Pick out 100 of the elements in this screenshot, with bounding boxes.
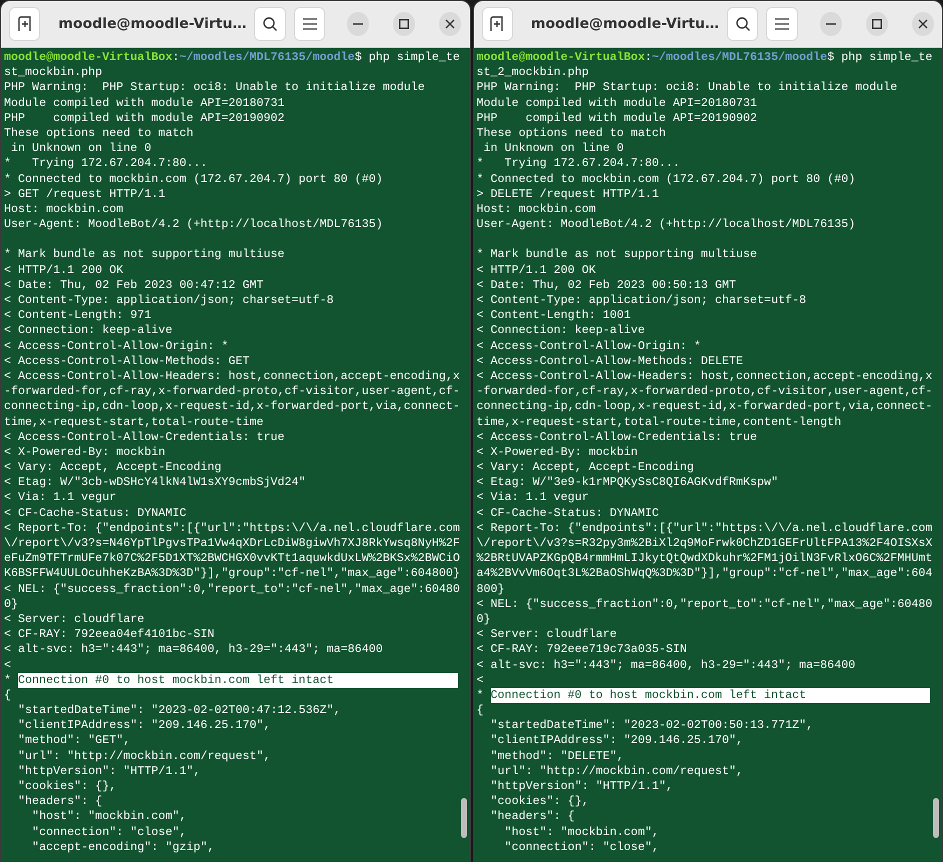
terminal-line: "url": "http://mockbin.com/request", (17, 748, 272, 764)
terminal-line: "host": "mockbin.com", (31, 809, 188, 825)
terminal-line: < Connection: keep-alive (476, 323, 646, 339)
terminal-line: "headers": { (490, 809, 576, 825)
terminal-line: < Etag: W/"3e9-k1rMPQKySsC8QI6AGKvdfRmKspw" (476, 475, 780, 490)
terminal-line: 0} (4, 596, 20, 612)
terminal-line: < Vary: Accept, Accept-Encoding (4, 460, 222, 476)
terminal-line: Module compiled with module API=20180731 (4, 96, 286, 111)
terminal-line: "method": "DELETE", (490, 748, 625, 764)
new-tab-button[interactable] (482, 7, 513, 41)
terminal-line: < NEL: {"success_fraction":0,"report_to":"cf-nel","max_age":60480 (4, 582, 461, 597)
search-button[interactable] (726, 7, 758, 41)
terminal-line: < Content-Type: application/json; charset=utf-8 (4, 293, 335, 308)
terminal-line: < alt-svc: h3=":443"; ma=86400, h3-29=":443"; ma=86400 (4, 642, 384, 658)
terminal-line: * Trying 172.67.204.7:80... (476, 156, 681, 172)
terminal-line: "cookies": {}, (490, 794, 590, 810)
new-tab-icon (489, 16, 506, 32)
terminal-line: < X-Powered-By: mockbin (476, 444, 639, 460)
close-icon (918, 19, 928, 29)
terminal-line: in Unknown on line 0 (482, 141, 625, 156)
terminal-line: %2BRtUVAPZKGpQB4rmmHmLIJkytQtQwdXDkuhr%2FM1jOilN3FvRlxO6C%2FMHUmt (476, 551, 934, 566)
terminal-line: These options need to match (4, 126, 194, 142)
selected-text: Connection #0 to host mockbin.com left intact (18, 672, 458, 688)
terminal-line: * Trying 172.67.204.7:80... (4, 156, 208, 172)
terminal-line: < Access-Control-Allow-Credentials: true (476, 430, 758, 445)
terminal-line: > DELETE /request HTTP/1.1 (476, 186, 660, 202)
terminal-line: st_2_mockbin.php (476, 65, 590, 80)
terminal-line: time,x-request-start,total-route-time (4, 414, 265, 430)
terminal-line: \/report\/v3?s=R32py3m%2BiXl2q9MoFrwk0ChZD1GEFrUltFPA13%2F4OISXsX (476, 536, 934, 552)
terminal-line: < Vary: Accept, Accept-Encoding (476, 460, 695, 476)
terminal-line: connecting-ip,cdn-loop,x-request-id,x-forwarded-port,via,connect- (4, 399, 461, 414)
close-button[interactable] (439, 12, 462, 36)
terminal-line: "connection": "close", (504, 840, 660, 855)
terminal-line: * Connected to mockbin.com (172.67.204.7) port 80 (#0) (476, 172, 856, 187)
terminal-line: < alt-svc: h3=":443"; ma=86400, h3-29=":443"; ma=86400 (476, 658, 856, 673)
terminal-line: < Content-Length: 971 (4, 308, 152, 324)
terminal-line: < Access-Control-Allow-Headers: host,connection,accept-encoding,x (476, 368, 934, 384)
menu-icon (302, 18, 317, 30)
terminal-line: < Etag: W/"3cb-wDSHcY4lkN4lW1sXY9cmbSjVd24" (4, 475, 307, 490)
terminal-line: < Date: Thu, 02 Feb 2023 00:47:12 GMT (4, 278, 265, 293)
terminal-line: < (4, 658, 12, 673)
terminal-line: "startedDateTime": "2023-02-02T00:47:12.536Z", (17, 703, 342, 718)
minimize-icon (353, 23, 364, 25)
menu-button[interactable] (766, 7, 798, 41)
terminal-line: User-Agent: MoodleBot/4.2 (+http://localhost/MDL76135) (4, 217, 384, 232)
search-icon (262, 16, 278, 32)
maximize-button[interactable] (393, 12, 416, 36)
terminal-line: { (476, 703, 485, 718)
terminal-line: < Via: 1.1 vegur (476, 490, 590, 506)
new-tab-button[interactable] (9, 7, 40, 41)
terminal-line: "connection": "close", (31, 824, 188, 840)
maximize-icon (399, 19, 410, 29)
close-icon (445, 19, 456, 29)
terminal-line: < Content-Length: 1001 (476, 308, 632, 324)
terminal-line: "startedDateTime": "2023-02-02T00:50:13.771Z", (490, 718, 814, 734)
terminal-line: -forwarded-for,cf-ray,x-forwarded-proto,cf-visitor,user-agent,cf- (4, 384, 461, 400)
terminal-line: PHP Warning: PHP Startup: oci8: Unable to initialize module (4, 80, 426, 96)
terminal-line: \/report\/v3?s=N46YpTlPgvsTPa1Vw4qXDrLcDiW8giwVh7XJ8RkYwsq8NyH%2F (4, 536, 461, 552)
terminal-line: User-Agent: MoodleBot/4.2 (+http://localhost/MDL76135) (476, 217, 856, 232)
terminal-line: "method": "GET", (17, 733, 132, 749)
maximize-button[interactable] (866, 12, 888, 36)
prompt-line: moodle@moodle-VirtualBox:~/moodles/MDL76135/moodle$ php simple_te (476, 50, 934, 66)
terminal-line: < Access-Control-Allow-Methods: GET (4, 354, 250, 369)
prompt-line: moodle@moodle-VirtualBox:~/moodles/MDL76135/moodle$ php simple_te (4, 50, 461, 66)
terminal-line: < Access-Control-Allow-Methods: DELETE (476, 354, 744, 369)
terminal-line: connecting-ip,cdn-loop,x-request-id,x-forwarded-port,via,connect- (476, 399, 934, 414)
scrollbar-thumb[interactable] (933, 798, 939, 838)
terminal-line: PHP Warning: PHP Startup: oci8: Unable to initialize module (476, 80, 898, 96)
minimize-button[interactable] (820, 12, 842, 36)
terminal-line: < HTTP/1.1 200 OK (4, 262, 124, 278)
terminal-line: < CF-Cache-Status: DYNAMIC (476, 506, 660, 521)
terminal-line: in Unknown on line 0 (10, 141, 152, 156)
terminal-line: PHP compiled with module API=20190902 (476, 110, 758, 126)
minimize-button[interactable] (347, 12, 370, 36)
terminal-line: < Access-Control-Allow-Headers: host,connection,accept-encoding,x (4, 368, 461, 384)
terminal-line: < CF-RAY: 792eea04ef4101bc-SIN (4, 627, 216, 642)
terminal-line: < Content-Type: application/json; charset=utf-8 (476, 293, 808, 308)
terminal-line: "url": "http://mockbin.com/request", (490, 764, 744, 779)
terminal-line: < Report-To: {"endpoints":[{"url":"https:\/\/a.nel.cloudflare.com (4, 520, 461, 536)
terminal-line: < Connection: keep-alive (4, 323, 174, 339)
terminal-line: time,x-request-start,total-route-time,content-length (476, 414, 842, 430)
terminal-line: * Mark bundle as not supporting multiuse (476, 247, 758, 263)
terminal-line: < CF-RAY: 792eee719c73a035-SIN (476, 642, 688, 658)
terminal-line: st_mockbin.php (4, 65, 104, 80)
terminal-line: < CF-Cache-Status: DYNAMIC (4, 506, 188, 521)
window-title: moodle@moodle-Virtu… (530, 16, 719, 32)
terminal-line: "clientIPAddress": "209.146.25.170", (17, 718, 272, 734)
search-button[interactable] (254, 7, 286, 41)
terminal-text: * (4, 672, 12, 688)
terminal-line: > GET /request HTTP/1.1 (4, 186, 166, 202)
terminal-text: * (476, 688, 484, 704)
terminal-line: { (4, 688, 12, 704)
menu-button[interactable] (294, 7, 326, 41)
close-button[interactable] (912, 12, 934, 36)
terminal-line: < X-Powered-By: mockbin (4, 444, 166, 460)
scrollbar-thumb[interactable] (460, 798, 466, 838)
terminal-line: < Server: cloudflare (4, 612, 146, 628)
terminal-line: < NEL: {"success_fraction":0,"report_to":"cf-nel","max_age":60480 (476, 596, 934, 612)
terminal-line: < Access-Control-Allow-Credentials: true (4, 430, 286, 445)
terminal-line: PHP compiled with module API=20190902 (4, 110, 286, 126)
